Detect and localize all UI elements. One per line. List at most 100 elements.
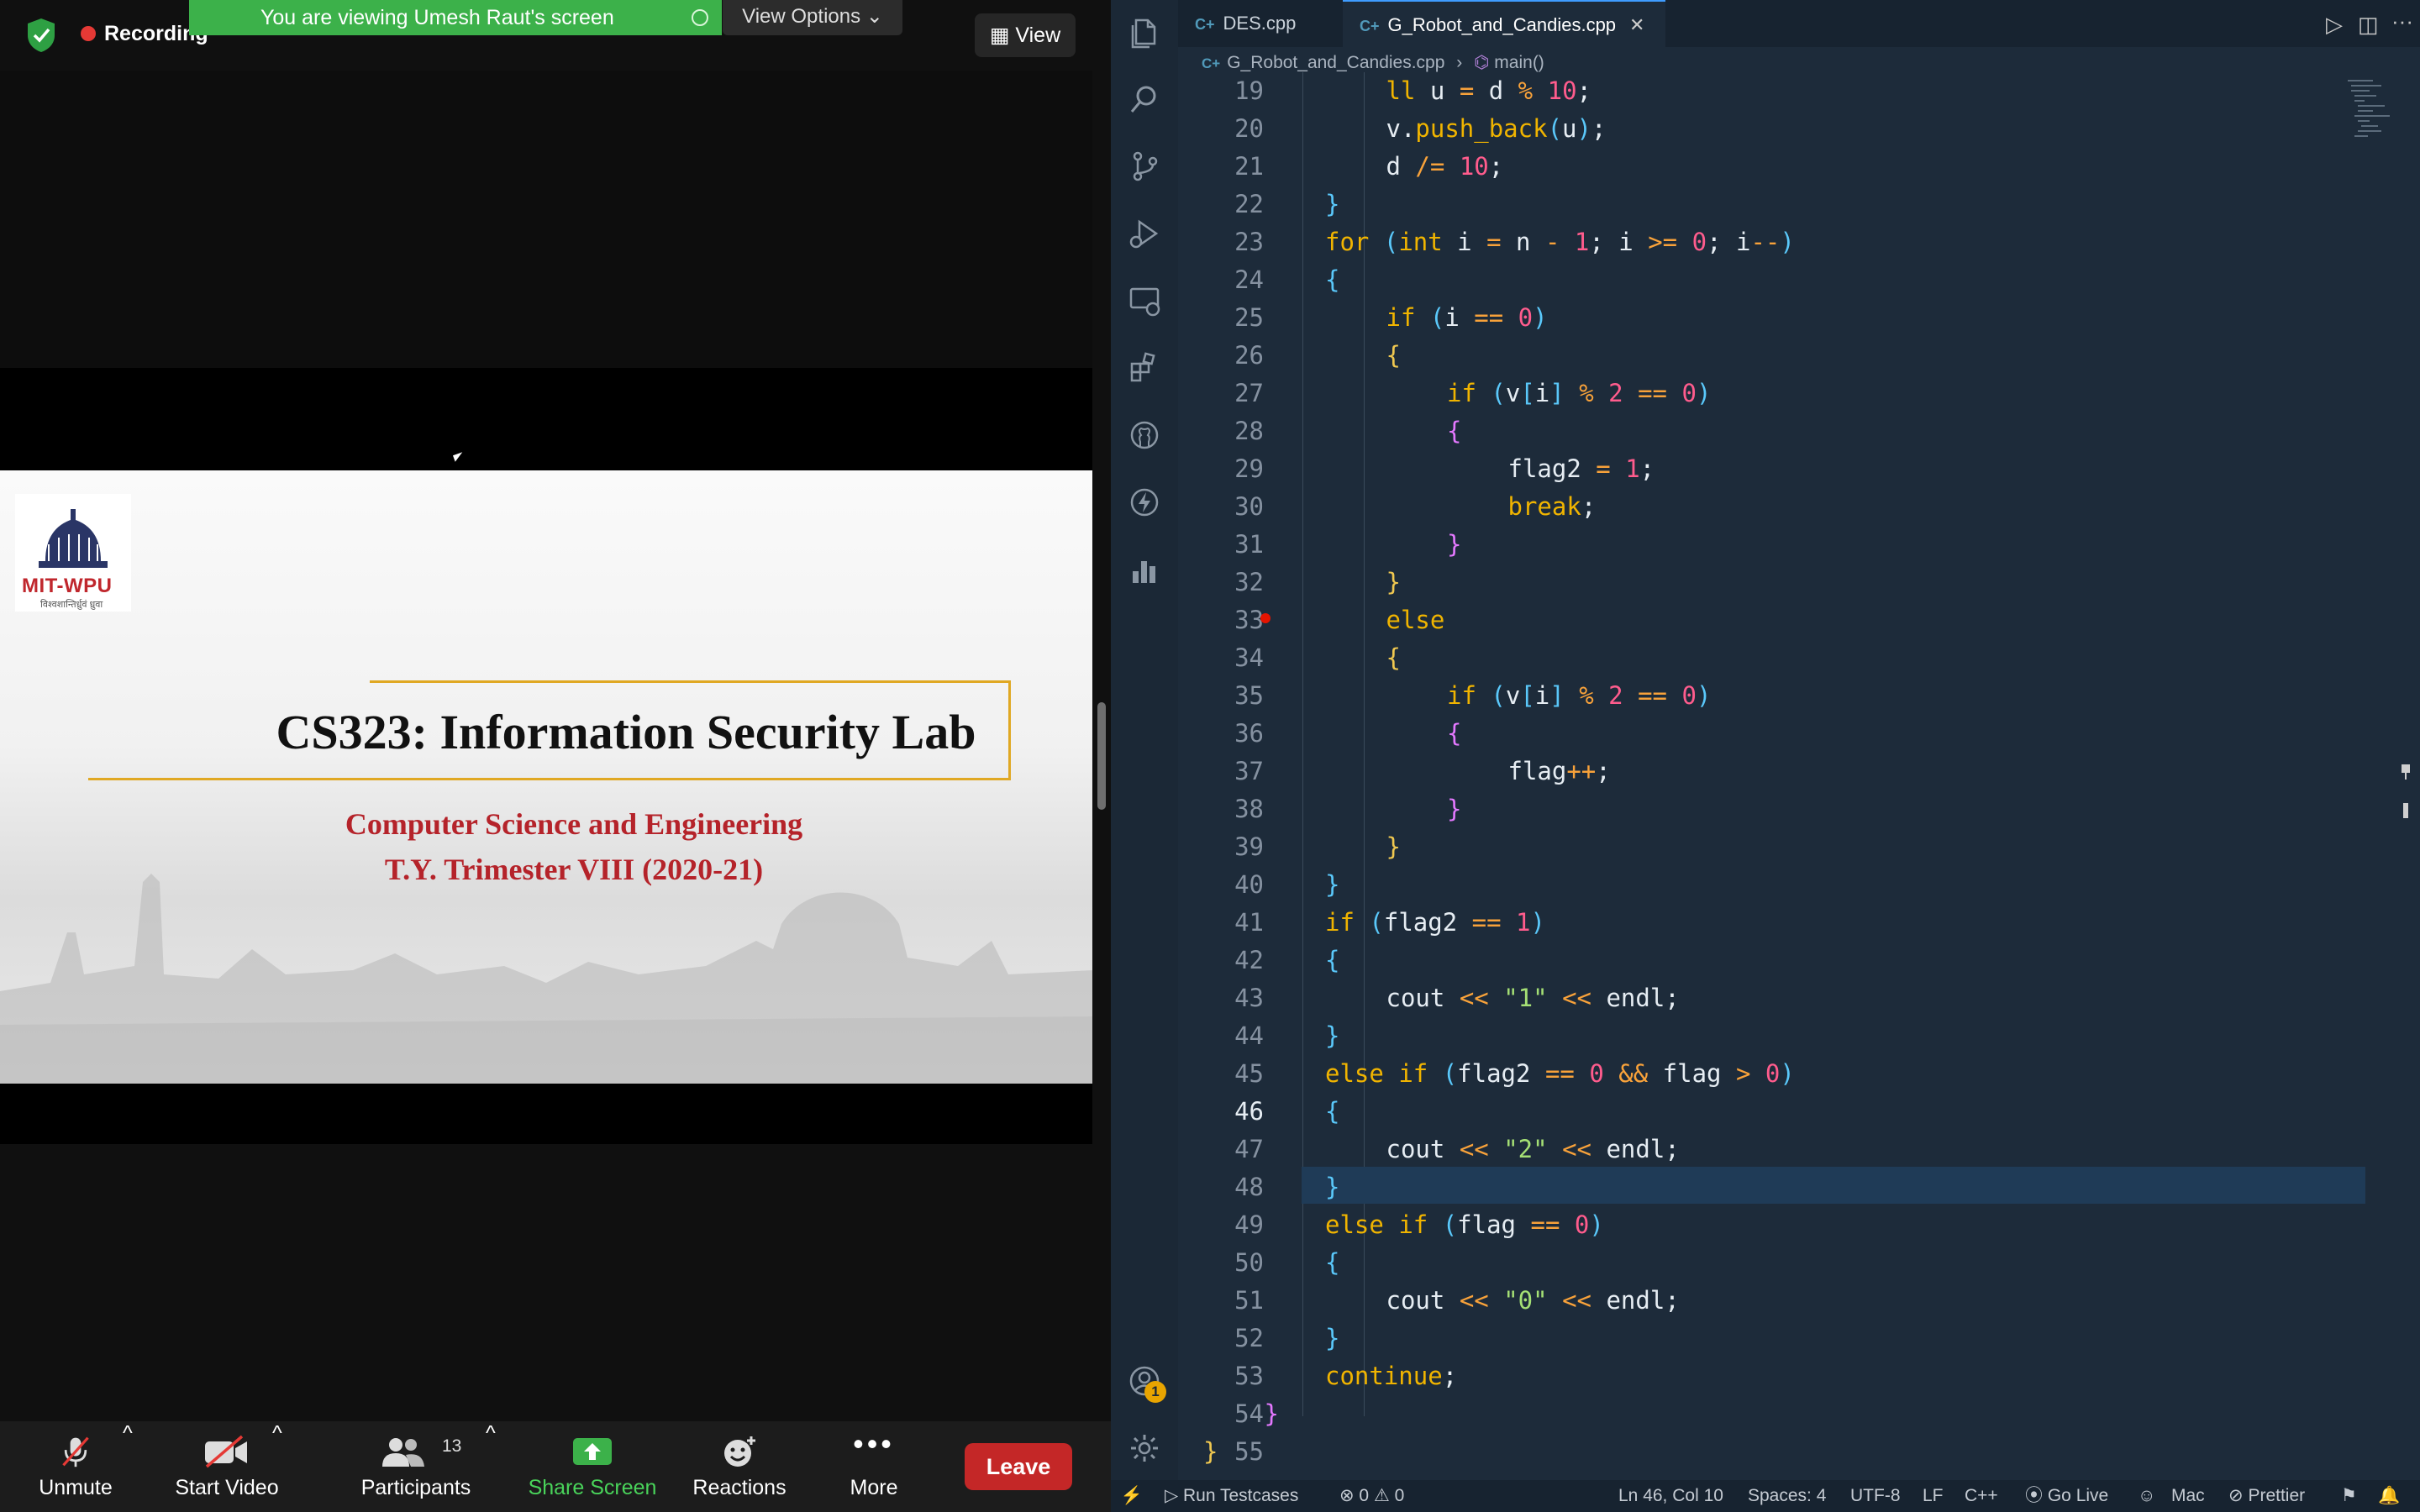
line-number: 35 [1234, 681, 1264, 710]
code-editor[interactable]: 19 ll u = d % 10; 20 v.push_back(u); 21 d /= … [1178, 72, 2371, 1480]
run-icon[interactable]: ▷ [2326, 12, 2343, 38]
unmute-button[interactable]: Unmute [25, 1421, 126, 1512]
go-live-button[interactable]: ⦿ Go Live [2025, 1480, 2108, 1512]
code-line[interactable]: 51 cout << "0" << endl; [1178, 1282, 2371, 1320]
code-line[interactable]: 20 v.push_back(u); [1178, 110, 2371, 148]
run-debug-icon[interactable] [1128, 217, 1161, 250]
explorer-icon[interactable] [1128, 15, 1161, 49]
start-video-button[interactable]: Start Video [168, 1421, 286, 1512]
code-line[interactable]: 25 if (i == 0) [1178, 299, 2371, 337]
code-line[interactable]: 31} [1178, 526, 2371, 564]
remote-indicator-icon[interactable]: ⚡ [1111, 1480, 1153, 1512]
line-number: 45 [1234, 1059, 1264, 1088]
code-line[interactable]: 27 if (v[i] % 2 == 0) [1178, 375, 2371, 412]
remote-explorer-icon[interactable] [1128, 284, 1161, 318]
participants-button[interactable]: 13 Participants [353, 1421, 479, 1512]
feedback-icon[interactable]: ⚑ [2341, 1480, 2357, 1512]
code-line[interactable]: 43 cout << "1" << endl; [1178, 979, 2371, 1017]
line-number: 28 [1234, 417, 1264, 445]
code-line[interactable]: 37 flag++; [1178, 753, 2371, 790]
tab-des-cpp[interactable]: C+ DES.cpp [1178, 0, 1343, 47]
chart-icon[interactable] [1128, 553, 1161, 586]
code-line[interactable]: 28 { [1178, 412, 2371, 450]
code-line[interactable]: 44} [1178, 1017, 2371, 1055]
more-button[interactable]: ••• More [815, 1421, 933, 1512]
code-line[interactable]: 42 { [1178, 942, 2371, 979]
unmute-label: Unmute [39, 1476, 113, 1499]
code-line[interactable]: 41 if (flag2 == 1) [1178, 904, 2371, 942]
code-line[interactable]: 23 for (int i = n - 1; i >= 0; i--) [1178, 223, 2371, 261]
eol-setting[interactable]: LF [1923, 1480, 1944, 1512]
share-screen-button[interactable]: Share Screen [521, 1421, 664, 1512]
code-line[interactable]: 48} [1178, 1168, 2371, 1206]
code-line[interactable]: 40} [1178, 866, 2371, 904]
code-line[interactable]: 33 else [1178, 601, 2371, 639]
problems-indicator[interactable]: ⊗ 0 ⚠ 0 [1339, 1480, 1404, 1512]
split-editor-icon[interactable]: ◫ [2358, 12, 2379, 38]
slide-subtitle-dept: Computer Science and Engineering [345, 807, 803, 841]
code-line[interactable]: 34 { [1178, 639, 2371, 677]
code-line[interactable]: 35 if (v[i] % 2 == 0) [1178, 677, 2371, 715]
code-line[interactable]: 36 { [1178, 715, 2371, 753]
source-control-icon[interactable] [1128, 150, 1161, 183]
code-line[interactable]: 30 break; [1178, 488, 2371, 526]
code-line[interactable]: 49 else if (flag == 0) [1178, 1206, 2371, 1244]
participants-caret-icon[interactable]: ^ [486, 1421, 496, 1512]
tab-g-robot-and-candies-cpp[interactable]: C+ G_Robot_and_Candies.cpp ✕ [1343, 0, 1665, 47]
code-line[interactable]: 45 else if (flag2 == 0 && flag > 0) [1178, 1055, 2371, 1093]
code-line[interactable]: 53 continue; [1178, 1357, 2371, 1395]
code-line[interactable]: 29 flag2 = 1; [1178, 450, 2371, 488]
breadcrumb-symbol[interactable]: main() [1494, 53, 1544, 72]
indentation-setting[interactable]: Spaces: 4 [1748, 1480, 1826, 1512]
breadcrumb-file[interactable]: G_Robot_and_Candies.cpp [1227, 53, 1444, 72]
code-line[interactable]: 39} [1178, 828, 2371, 866]
reactions-icon [724, 1436, 755, 1467]
line-number: 37 [1234, 757, 1264, 785]
line-number: 30 [1234, 492, 1264, 521]
code-line[interactable]: 24 { [1178, 261, 2371, 299]
code-line[interactable]: 55} [1178, 1433, 2371, 1471]
run-testcases-button[interactable]: ▷ Run Testcases [1165, 1480, 1298, 1512]
github-icon[interactable] [1128, 418, 1161, 452]
extensions-icon[interactable] [1128, 351, 1161, 385]
close-icon[interactable]: ✕ [1629, 14, 1644, 35]
more-label: More [850, 1476, 898, 1499]
start-video-label: Start Video [175, 1476, 279, 1499]
minimap[interactable] [2339, 77, 2407, 178]
code-text: cout << "2" << endl; [1386, 1135, 1680, 1163]
cpp-file-icon: C+ [1360, 18, 1380, 34]
leave-button[interactable]: Leave [965, 1443, 1072, 1490]
code-line[interactable]: 21 d /= 10; [1178, 148, 2371, 186]
code-line[interactable]: 38} [1178, 790, 2371, 828]
code-line[interactable]: 54} [1178, 1395, 2371, 1433]
code-line[interactable]: 47 cout << "2" << endl; [1178, 1131, 2371, 1168]
bell-icon[interactable]: 🔔 [2378, 1480, 2400, 1512]
video-options-caret-icon[interactable]: ^ [272, 1421, 282, 1512]
shield-icon[interactable] [25, 17, 57, 54]
view-options-button[interactable]: View Options ⌄ [723, 0, 902, 35]
code-line[interactable]: 22} [1178, 186, 2371, 223]
reactions-button[interactable]: Reactions [681, 1421, 798, 1512]
cursor-position[interactable]: Ln 46, Col 10 [1618, 1480, 1723, 1512]
breakpoint-icon[interactable] [1260, 613, 1270, 623]
search-icon[interactable] [1128, 82, 1161, 116]
code-line[interactable]: 26 { [1178, 337, 2371, 375]
prettier-button[interactable]: ⊘ Prettier [2228, 1480, 2305, 1512]
code-line[interactable]: 50 { [1178, 1244, 2371, 1282]
code-line[interactable]: 52} [1178, 1320, 2371, 1357]
view-button[interactable]: ▦ View [975, 13, 1076, 57]
lightning-icon[interactable] [1128, 486, 1161, 519]
more-actions-icon[interactable]: ··· [2391, 8, 2413, 34]
gear-icon[interactable] [1128, 1431, 1161, 1465]
code-line[interactable]: 19 ll u = d % 10; [1178, 72, 2371, 110]
splitter-handle[interactable] [1097, 702, 1106, 810]
audio-options-caret-icon[interactable]: ^ [123, 1421, 133, 1512]
code-text: { [1386, 643, 1401, 672]
code-line[interactable]: 46 { [1178, 1093, 2371, 1131]
encoding-setting[interactable]: UTF-8 [1850, 1480, 1901, 1512]
line-number: 40 [1234, 870, 1264, 899]
copilot-icon[interactable]: ☺ [2138, 1480, 2155, 1512]
language-mode[interactable]: C++ [1965, 1480, 1998, 1512]
os-indicator[interactable]: Mac [2171, 1480, 2205, 1512]
code-line[interactable]: 32} [1178, 564, 2371, 601]
